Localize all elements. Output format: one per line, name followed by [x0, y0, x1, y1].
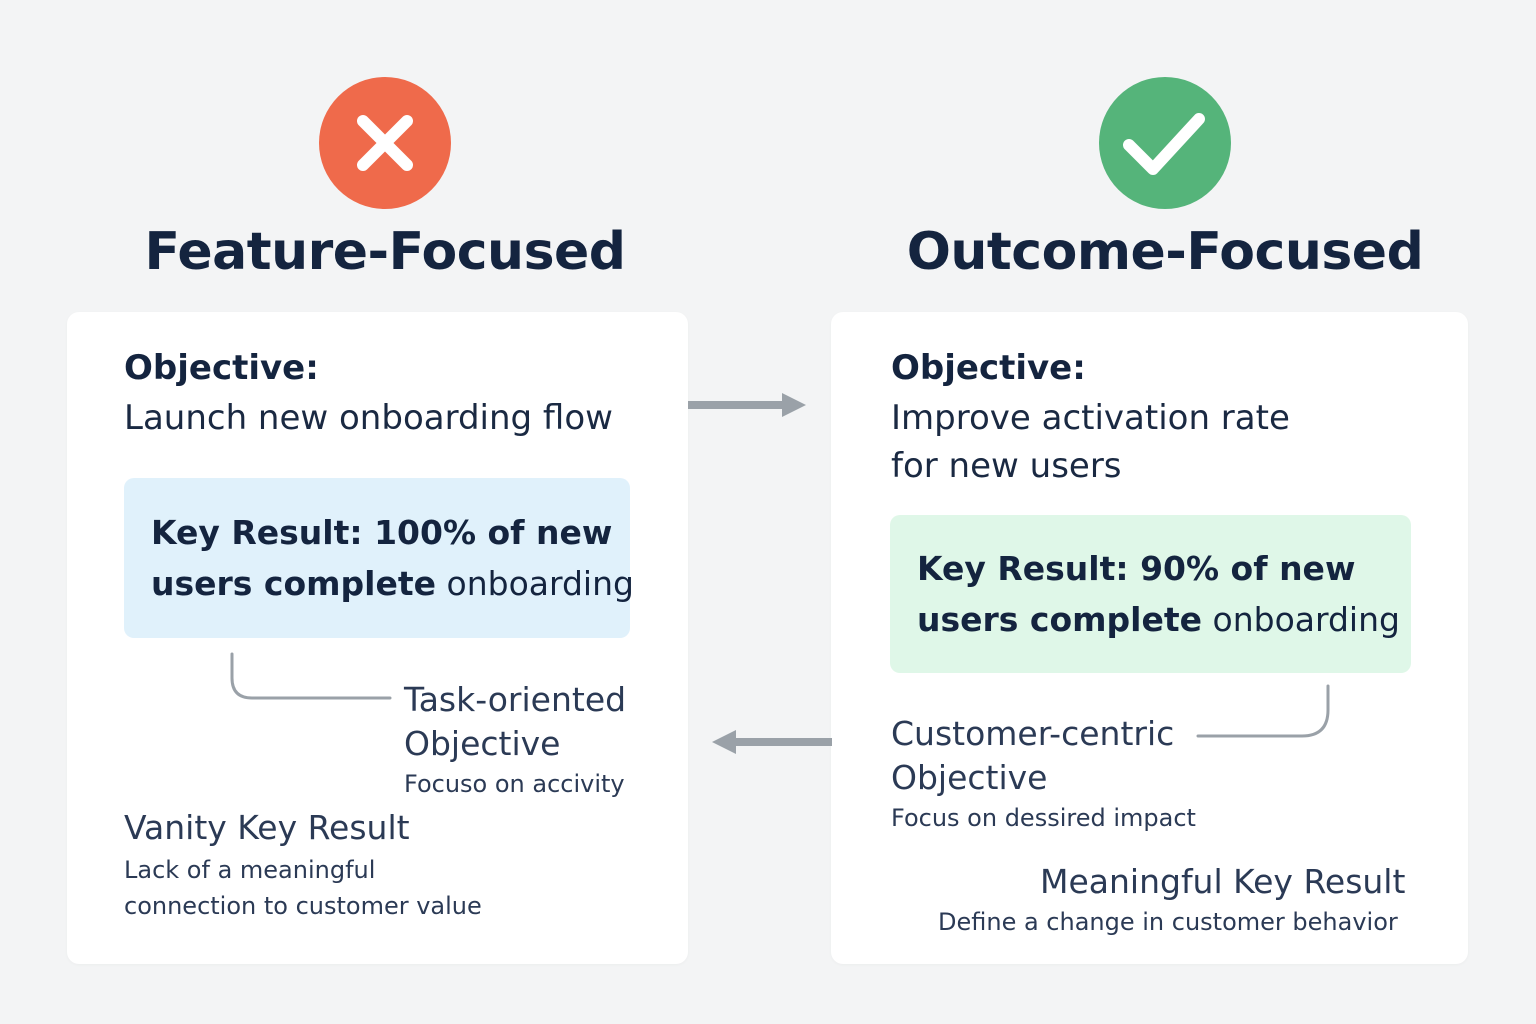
- right-key-result-line2: users complete onboarding: [917, 594, 1400, 645]
- left-key-result-text: Key Result: 100% of new users complete o…: [151, 507, 634, 609]
- left-key-result-line2: users complete onboarding: [151, 558, 634, 609]
- right-key-result-text: Key Result: 90% of new users complete on…: [917, 543, 1400, 645]
- task-oriented-objective-sub: Focuso on accivity: [404, 770, 625, 798]
- right-connector-line: [1196, 684, 1330, 738]
- x-icon: [319, 77, 451, 209]
- left-objective-text: Launch new onboarding flow: [124, 398, 613, 438]
- meaningful-key-result-sub: Define a change in customer behavior: [938, 908, 1398, 936]
- customer-centric-objective-label: Customer-centric Objective: [891, 714, 1175, 797]
- vanity-key-result-label: Vanity Key Result: [124, 808, 410, 847]
- right-objective-label: Objective:: [891, 348, 1086, 388]
- right-key-result-line1: Key Result: 90% of new: [917, 549, 1356, 588]
- left-objective-label: Objective:: [124, 348, 319, 388]
- right-objective-text: Improve activation rate for new users: [891, 398, 1290, 486]
- right-key-result-line2-rest: onboarding: [1212, 600, 1400, 639]
- vanity-key-result-sub: Lack of a meaningful connection to custo…: [124, 856, 482, 920]
- customer-centric-objective-sub: Focus on dessired impact: [891, 804, 1196, 832]
- left-key-result-line2-rest: onboarding: [446, 564, 634, 603]
- right-arrow-icon: [688, 393, 806, 417]
- right-key-result-line2-bold: users complete: [917, 600, 1203, 639]
- left-key-result-line1: Key Result: 100% of new: [151, 513, 613, 552]
- feature-focused-title: Feature-Focused: [144, 222, 626, 282]
- check-icon: [1099, 77, 1231, 209]
- left-key-result-line2-bold: users complete: [151, 564, 437, 603]
- outcome-focused-title: Outcome-Focused: [906, 222, 1424, 282]
- task-oriented-objective-label: Task-oriented Objective: [404, 680, 627, 763]
- left-connector-line: [230, 652, 392, 700]
- left-arrow-icon: [712, 730, 832, 754]
- meaningful-key-result-label: Meaningful Key Result: [1040, 862, 1406, 901]
